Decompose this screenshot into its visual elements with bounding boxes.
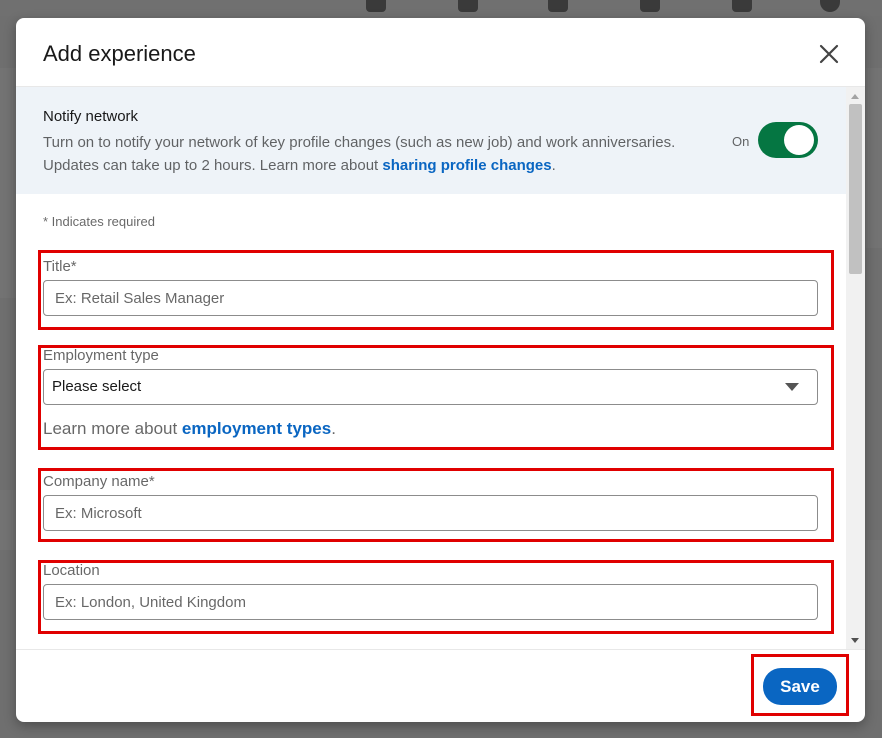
home-icon: [366, 0, 386, 12]
toggle-state-label: On: [732, 134, 750, 149]
employment-type-label: Employment type: [43, 347, 159, 364]
location-label: Location: [43, 562, 100, 579]
close-button[interactable]: [813, 38, 845, 70]
notify-network-section: Notify network Turn on to notify your ne…: [16, 87, 846, 194]
title-field: Title*: [43, 258, 818, 316]
learn-more-text: Learn more about: [43, 419, 182, 438]
sharing-profile-changes-link[interactable]: sharing profile changes: [382, 157, 551, 174]
scroll-up-icon[interactable]: [851, 94, 859, 99]
notify-text: Turn on to notify your network of key pr…: [43, 134, 676, 174]
network-icon: [458, 0, 478, 12]
add-experience-dialog: Add experience Notify network Turn on to…: [16, 18, 865, 722]
company-name-input[interactable]: [43, 495, 818, 531]
employment-type-field: Employment type Please select Learn more…: [43, 347, 818, 439]
dialog-body: Notify network Turn on to notify your ne…: [16, 87, 865, 649]
employment-type-value: Please select: [52, 378, 142, 395]
messaging-icon: [640, 0, 660, 12]
company-name-field: Company name*: [43, 473, 818, 531]
caret-down-icon: [785, 383, 799, 391]
title-input[interactable]: [43, 280, 818, 316]
employment-type-select[interactable]: Please select: [43, 369, 818, 405]
dialog-scrollbar[interactable]: [846, 87, 865, 649]
location-field: Location: [43, 562, 818, 620]
dialog-title: Add experience: [43, 41, 196, 66]
save-button[interactable]: Save: [763, 668, 837, 705]
background-right-card-2: [866, 540, 882, 680]
background-left-card-2: [0, 490, 16, 550]
background-right-card: [866, 68, 882, 248]
title-label: Title*: [43, 258, 77, 275]
location-input[interactable]: [43, 584, 818, 620]
close-icon: [819, 44, 839, 64]
background-left-card: [0, 68, 16, 298]
learn-more-suffix: .: [331, 419, 336, 438]
notify-network-toggle[interactable]: [758, 122, 818, 158]
scroll-down-icon[interactable]: [851, 638, 859, 643]
notifications-icon: [732, 0, 752, 12]
required-note: * Indicates required: [43, 214, 156, 229]
notify-title: Notify network: [43, 108, 139, 125]
employment-types-link[interactable]: employment types: [182, 419, 331, 438]
toggle-knob: [784, 125, 814, 155]
employment-types-help: Learn more about employment types.: [43, 419, 818, 439]
scroll-thumb[interactable]: [849, 104, 862, 274]
jobs-icon: [548, 0, 568, 12]
notify-description: Turn on to notify your network of key pr…: [43, 131, 693, 177]
dialog-header: Add experience: [16, 18, 865, 87]
company-name-label: Company name*: [43, 473, 155, 490]
notify-text-end: .: [551, 157, 556, 174]
dialog-footer: Save: [16, 649, 865, 722]
